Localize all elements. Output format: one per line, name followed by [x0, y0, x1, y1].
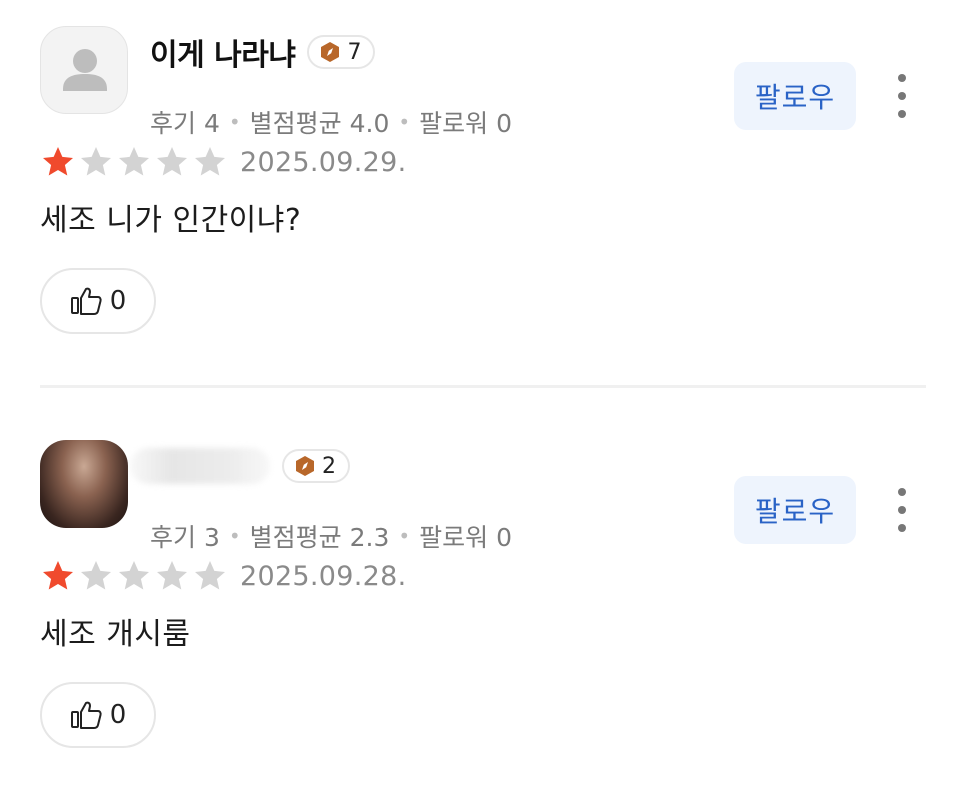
review-date: 2025.09.28. — [240, 560, 407, 592]
separator-dot: • — [398, 524, 411, 548]
compass-badge-icon — [321, 42, 340, 62]
review-count: 후기 3 — [150, 523, 220, 552]
level-number: 2 — [322, 453, 336, 479]
average-rating: 별점평균 4.0 — [249, 109, 390, 138]
level-badge: 2 — [282, 449, 350, 483]
review-text: 세조 니가 인간이냐? — [40, 203, 302, 238]
star-rating — [40, 558, 228, 594]
like-count: 0 — [109, 286, 127, 316]
separator-dot: • — [228, 524, 241, 548]
more-options-icon[interactable] — [888, 488, 916, 532]
user-avatar[interactable] — [40, 440, 128, 528]
name-row: 2 — [130, 446, 350, 486]
star-empty-icon — [157, 147, 187, 176]
star-empty-icon — [195, 147, 225, 176]
star-empty-icon — [119, 147, 149, 176]
review-count: 후기 4 — [150, 109, 220, 138]
rating-row: 2025.09.29. — [40, 144, 406, 180]
follow-button[interactable]: 팔로우 — [734, 476, 856, 544]
person-silhouette-icon — [63, 49, 107, 91]
like-count: 0 — [109, 700, 127, 730]
star-empty-icon — [81, 561, 111, 590]
review-date: 2025.09.29. — [240, 146, 407, 178]
user-stats: 후기 3 • 별점평균 2.3 • 팔로워 0 — [150, 518, 512, 554]
username[interactable]: 이게 나라냐 — [150, 30, 296, 74]
follower-count: 팔로워 0 — [419, 523, 513, 552]
star-rating — [40, 144, 228, 180]
level-badge: 7 — [307, 35, 376, 69]
star-empty-icon — [81, 147, 111, 176]
separator-dot: • — [228, 110, 241, 134]
user-avatar[interactable] — [40, 26, 128, 114]
rating-row: 2025.09.28. — [40, 558, 406, 594]
more-options-icon[interactable] — [888, 74, 916, 118]
star-empty-icon — [119, 561, 149, 590]
follow-button[interactable]: 팔로우 — [734, 62, 856, 130]
star-empty-icon — [195, 561, 225, 590]
star-filled-icon — [43, 561, 73, 590]
star-filled-icon — [43, 147, 73, 176]
like-button[interactable]: 0 — [40, 682, 156, 748]
star-empty-icon — [157, 561, 187, 590]
separator-dot: • — [398, 110, 411, 134]
average-rating: 별점평균 2.3 — [249, 523, 390, 552]
compass-badge-icon — [296, 456, 314, 476]
review-text: 세조 개시룸 — [40, 617, 191, 652]
thumbs-up-icon — [70, 287, 102, 315]
review-divider — [40, 385, 926, 388]
name-row: 이게 나라냐 7 — [150, 30, 376, 74]
username-redacted — [130, 448, 270, 484]
like-button[interactable]: 0 — [40, 268, 156, 334]
level-number: 7 — [347, 39, 362, 65]
thumbs-up-icon — [70, 701, 102, 729]
user-stats: 후기 4 • 별점평균 4.0 • 팔로워 0 — [150, 104, 512, 140]
follower-count: 팔로워 0 — [419, 109, 513, 138]
